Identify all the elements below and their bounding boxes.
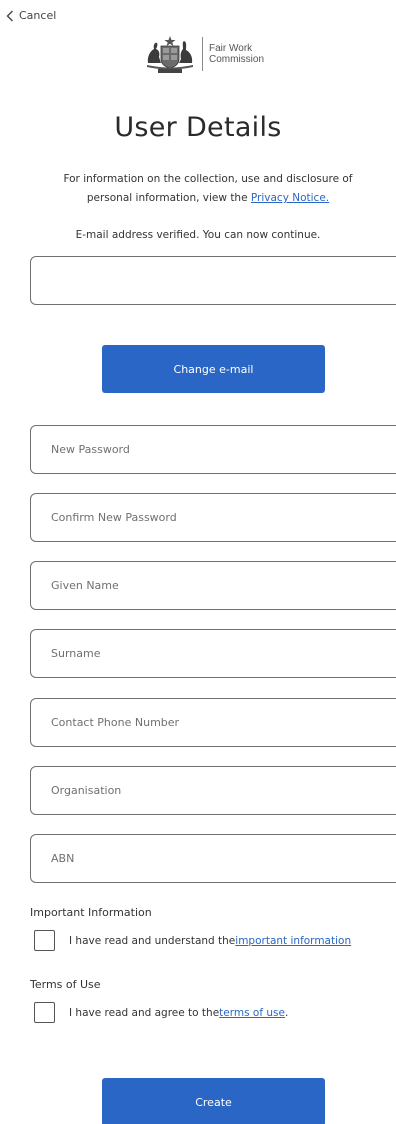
phone-field[interactable]: Contact Phone Number: [30, 698, 396, 747]
abn-field[interactable]: ABN: [30, 834, 396, 883]
logo-divider: [202, 37, 203, 71]
surname-placeholder: Surname: [51, 647, 101, 660]
cancel-label: Cancel: [19, 9, 57, 22]
user-details-page: Cancel Fair Work Commission User Details: [0, 0, 396, 1124]
create-button[interactable]: Create: [102, 1078, 325, 1124]
chevron-left-icon: [6, 10, 14, 22]
change-email-button[interactable]: Change e-mail: [102, 345, 325, 393]
new-password-field[interactable]: New Password: [30, 425, 396, 474]
info-line-1: For information on the collection, use a…: [63, 173, 353, 185]
terms-of-use-text: I have read and agree to the: [69, 1006, 220, 1019]
confirm-password-field[interactable]: Confirm New Password: [30, 493, 396, 542]
confirm-password-placeholder: Confirm New Password: [51, 511, 177, 524]
organisation-placeholder: Organisation: [51, 784, 122, 797]
terms-of-use-checkbox[interactable]: [34, 1002, 55, 1023]
given-name-placeholder: Given Name: [51, 579, 119, 592]
new-password-placeholder: New Password: [51, 443, 130, 456]
abn-placeholder: ABN: [51, 852, 75, 865]
terms-of-use-heading: Terms of Use: [30, 978, 101, 991]
organisation-field[interactable]: Organisation: [30, 766, 396, 815]
important-information-row: I have read and understand the important…: [34, 930, 351, 951]
info-line-2-prefix: personal information, view the: [86, 192, 251, 204]
privacy-notice-link[interactable]: Privacy Notice.: [251, 192, 329, 204]
surname-field[interactable]: Surname: [30, 629, 396, 678]
terms-of-use-link[interactable]: terms of use: [219, 1007, 285, 1019]
verified-message: E-mail address verified. You can now con…: [75, 229, 321, 241]
important-information-link[interactable]: important information: [235, 935, 351, 947]
important-information-text: I have read and understand the: [69, 934, 236, 947]
terms-of-use-suffix: .: [284, 1006, 289, 1019]
page-title: User Details: [114, 112, 282, 143]
cancel-link[interactable]: Cancel: [6, 9, 56, 22]
coat-of-arms-icon: [147, 36, 193, 73]
logo-line-2: Commission: [209, 54, 265, 65]
terms-of-use-row: I have read and agree to the terms of us…: [34, 1002, 288, 1023]
phone-placeholder: Contact Phone Number: [51, 716, 180, 729]
important-information-checkbox[interactable]: [34, 930, 55, 951]
important-information-heading: Important Information: [30, 906, 152, 919]
given-name-field[interactable]: Given Name: [30, 561, 396, 610]
info-line-2: personal information, view the Privacy N…: [30, 189, 386, 208]
fair-work-commission-logo: Fair Work Commission: [144, 33, 264, 75]
logo-line-1: Fair Work: [209, 43, 253, 54]
logo-text: Fair Work Commission: [209, 43, 264, 65]
email-field[interactable]: [30, 256, 396, 305]
privacy-info-text: For information on the collection, use a…: [30, 170, 386, 208]
